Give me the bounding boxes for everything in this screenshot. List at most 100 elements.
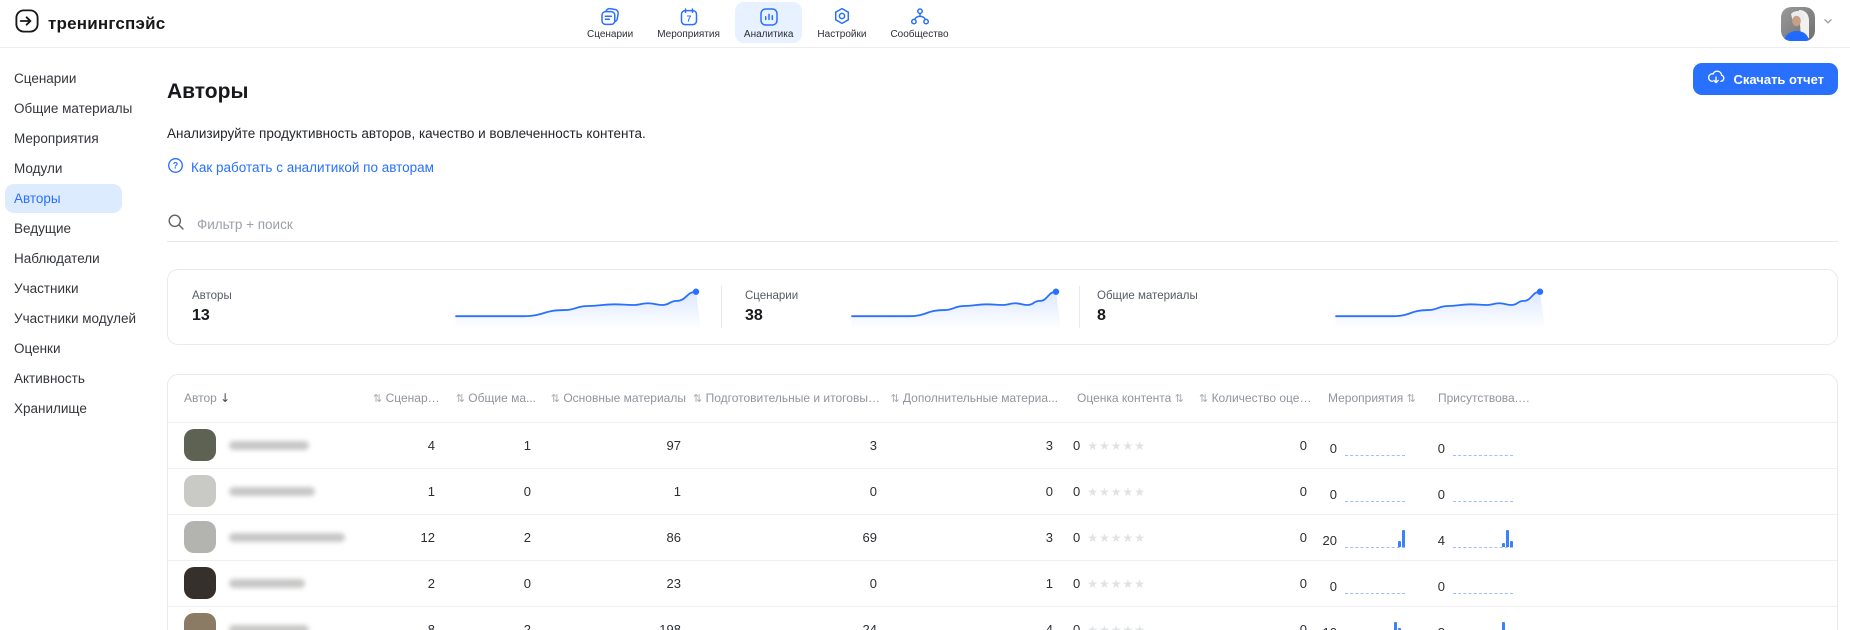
mini-bar-chart[interactable]: [1453, 436, 1513, 456]
events-cell: 0: [1319, 467, 1419, 514]
column-filler: [1531, 375, 1837, 422]
events-cell: 0: [1319, 559, 1419, 606]
sidebar-item-events[interactable]: Мероприятия: [5, 124, 122, 153]
sidebar-item-grades[interactable]: Оценки: [5, 334, 122, 363]
attended-cell: 0: [1419, 559, 1531, 606]
table-row: 1 0 1 0 0 0 ★★★★★ 0 0 0: [168, 467, 1837, 514]
mini-bar-chart[interactable]: [1345, 574, 1405, 594]
mini-bar-chart[interactable]: [1453, 620, 1513, 630]
rating-stars: ★★★★★: [1087, 576, 1147, 591]
user-menu[interactable]: [1781, 6, 1836, 41]
ratings-count-cell: 0: [1199, 559, 1319, 606]
topnav-item-settings[interactable]: Настройки: [808, 2, 875, 43]
stat-sparkline: [455, 288, 701, 329]
filler-cell: [1531, 559, 1837, 606]
sort-desc-icon: ↓: [220, 391, 231, 406]
scenarios-cell: 4: [373, 421, 447, 468]
brand-logo: тренингспэйс: [14, 8, 165, 39]
events-icon: 7: [678, 6, 700, 28]
topnav-item-community[interactable]: Сообщество: [881, 2, 957, 43]
brand-name: тренингспэйс: [48, 13, 166, 33]
topnav-item-analytics[interactable]: Аналитика: [734, 2, 803, 43]
extra-materials-cell: 0: [889, 467, 1065, 514]
author-name-blurred: [229, 624, 309, 630]
scenarios-cell: 1: [373, 467, 447, 514]
main-materials-cell: 1: [543, 467, 693, 514]
mini-bar-chart[interactable]: [1345, 620, 1405, 630]
column-header-attended[interactable]: Присутствова... ⇅: [1419, 375, 1531, 422]
stats-card: Авторы 13 Сценарии 38 Общие материалы 8: [167, 269, 1838, 345]
prep-final-materials-cell: 0: [693, 559, 889, 606]
table-row: 4 1 97 3 3 0 ★★★★★ 0 0 0: [168, 421, 1837, 468]
main-materials-cell: 23: [543, 559, 693, 606]
download-report-button[interactable]: Скачать отчет: [1693, 63, 1838, 95]
brand-arrow-icon: [14, 8, 40, 39]
search-input[interactable]: [197, 216, 1838, 232]
mini-bar-chart[interactable]: [1345, 436, 1405, 456]
stat-value: 8: [1097, 306, 1106, 324]
scenarios-icon: [599, 6, 621, 28]
page-title: Авторы: [167, 80, 249, 103]
sort-icon: ⇅: [1174, 392, 1184, 406]
scenarios-cell: 8: [373, 605, 447, 630]
sidebar-item-hosts[interactable]: Ведущие: [5, 214, 122, 243]
rating-stars: ★★★★★: [1087, 438, 1147, 453]
column-header-author[interactable]: Автор ↓: [168, 375, 373, 422]
column-header-events[interactable]: Мероприятия ⇅: [1319, 375, 1419, 422]
author-name-blurred: [229, 440, 309, 450]
sidebar-item-scenarios[interactable]: Сценарии: [5, 64, 122, 93]
content-rating-cell: 0 ★★★★★: [1065, 513, 1199, 560]
rating-stars: ★★★★★: [1087, 530, 1147, 545]
help-link[interactable]: ? Как работать с аналитикой по авторам: [167, 157, 434, 177]
mini-bar-chart[interactable]: [1453, 482, 1513, 502]
common-materials-cell: 1: [447, 421, 543, 468]
sidebar-item-storage[interactable]: Хранилище: [5, 394, 122, 423]
stat-2: Сценарии 38: [721, 270, 1079, 344]
table-header-row: Автор ↓ ⇅ Сценарии ⇅ Общие ма... ⇅ Основные…: [168, 375, 1837, 422]
table-body: 4 1 97 3 3 0 ★★★★★ 0 0 0 1 0 1 0 0 0 ★★★★★ 0 0 0 12 2 86 69 3 0 ★★…: [168, 421, 1837, 630]
stat-sparkline: [1335, 288, 1545, 329]
sidebar-item-modules[interactable]: Модули: [5, 154, 122, 183]
sidebar-item-activity[interactable]: Активность: [5, 364, 122, 393]
mini-bar-chart[interactable]: [1345, 482, 1405, 502]
sidebar-item-observers[interactable]: Наблюдатели: [5, 244, 122, 273]
sidebar-item-common-materials[interactable]: Общие материалы: [5, 94, 132, 123]
column-header-common-materials[interactable]: ⇅ Общие ма...: [447, 375, 543, 422]
events-cell: 20: [1319, 513, 1419, 560]
mini-bar-chart[interactable]: [1453, 528, 1513, 548]
column-header-scenarios[interactable]: ⇅ Сценарии: [373, 375, 447, 422]
topbar: тренингспэйс Сценарии 7 Мероприятия Аналити…: [0, 0, 1850, 48]
filler-cell: [1531, 605, 1837, 630]
sort-icon: ⇅: [455, 392, 465, 406]
author-avatar: [184, 613, 216, 630]
sidebar: Сценарии Общие материалы Мероприятия Модули…: [0, 48, 145, 630]
sidebar-item-module-participants[interactable]: Участники модулей: [5, 304, 136, 333]
authors-table: Автор ↓ ⇅ Сценарии ⇅ Общие ма... ⇅ Основные…: [167, 374, 1838, 630]
svg-text:?: ?: [173, 161, 178, 171]
column-header-main-materials[interactable]: ⇅ Основные материалы: [543, 375, 693, 422]
mini-bar-chart[interactable]: [1453, 574, 1513, 594]
column-header-prep-final-materials[interactable]: ⇅ Подготовительные и итоговые м...: [693, 375, 889, 422]
filler-cell: [1531, 467, 1837, 514]
chevron-down-icon[interactable]: [1820, 13, 1836, 34]
filler-cell: [1531, 513, 1837, 560]
column-header-content-rating[interactable]: Оценка контента ⇅: [1065, 375, 1199, 422]
author-name-blurred: [229, 486, 315, 496]
mini-bar-chart[interactable]: [1345, 528, 1405, 548]
extra-materials-cell: 3: [889, 513, 1065, 560]
extra-materials-cell: 4: [889, 605, 1065, 630]
rating-stars: ★★★★★: [1087, 484, 1147, 499]
prep-final-materials-cell: 0: [693, 467, 889, 514]
attended-cell: 8: [1419, 605, 1531, 630]
author-name-blurred: [229, 578, 305, 588]
topnav-item-events[interactable]: 7 Мероприятия: [648, 2, 729, 43]
avatar[interactable]: [1781, 6, 1815, 41]
events-cell: 0: [1319, 421, 1419, 468]
sidebar-item-authors[interactable]: Авторы: [5, 184, 122, 213]
column-header-extra-materials[interactable]: ⇅ Дополнительные материа...: [889, 375, 1065, 422]
sidebar-item-participants[interactable]: Участники: [5, 274, 122, 303]
rating-stars: ★★★★★: [1087, 622, 1147, 630]
column-header-ratings-count[interactable]: ⇅ Количество оценок: [1199, 375, 1319, 422]
topnav-item-scenarios[interactable]: Сценарии: [578, 2, 642, 43]
stat-3: Общие материалы 8: [1079, 270, 1837, 344]
